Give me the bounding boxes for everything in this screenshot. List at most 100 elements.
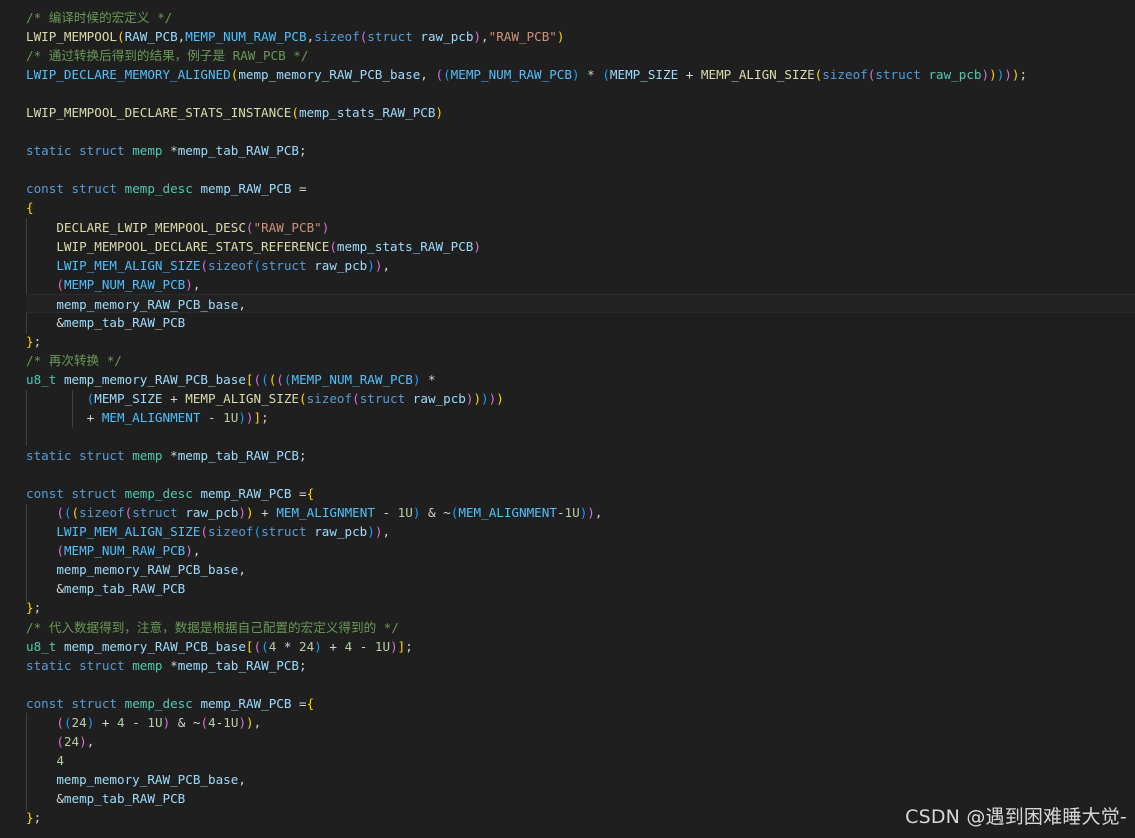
code-line[interactable]: DECLARE_LWIP_MEMPOOL_DESC("RAW_PCB") [26,218,1135,237]
code-line[interactable]: LWIP_MEMPOOL_DECLARE_STATS_REFERENCE(mem… [26,237,1135,256]
code-line[interactable]: /* 通过转换后得到的结果，例子是 RAW_PCB */ [26,46,1135,65]
code-token: struct [359,390,406,406]
code-line[interactable] [26,122,1135,141]
code-line[interactable] [26,675,1135,694]
code-line[interactable]: const struct memp_desc memp_RAW_PCB ={ [26,694,1135,713]
code-token: MEMP_ALIGN_SIZE [700,67,815,83]
code-token: - [556,505,565,521]
code-token: memp_desc [124,181,193,197]
code-line[interactable]: (MEMP_NUM_RAW_PCB), [26,541,1135,560]
code-line[interactable]: static struct memp *memp_tab_RAW_PCB; [26,656,1135,675]
code-line[interactable]: (24), [26,732,1135,751]
code-token: 1U [564,505,580,521]
code-token: 4 [208,714,216,730]
code-line[interactable]: static struct memp *memp_tab_RAW_PCB; [26,446,1135,465]
code-line[interactable]: static struct memp *memp_tab_RAW_PCB; [26,141,1135,160]
code-line[interactable]: /* 编译时候的宏定义 */ [26,8,1135,27]
code-token: ) [245,505,254,521]
code-line[interactable]: memp_memory_RAW_PCB_base, [26,560,1135,579]
code-line[interactable]: LWIP_MEMPOOL(RAW_PCB,MEMP_NUM_RAW_PCB,si… [26,27,1135,46]
code-token: , [238,296,246,312]
code-token: memp [132,657,163,673]
code-line[interactable]: memp_memory_RAW_PCB_base, [26,770,1135,789]
code-line[interactable]: ((24) + 4 - 1U) & ~(4-1U)), [26,713,1135,732]
code-line[interactable]: u8_t memp_memory_RAW_PCB_base[((4 * 24) … [26,637,1135,656]
code-line[interactable]: LWIP_MEM_ALIGN_SIZE(sizeof(struct raw_pc… [26,256,1135,275]
code-token: + [94,714,118,730]
code-line[interactable] [26,465,1135,484]
code-line[interactable]: memp_memory_RAW_PCB_base, [26,293,1135,313]
code-token: 1U [147,714,163,730]
code-token: ( [117,29,125,45]
code-editor[interactable]: /* 编译时候的宏定义 */LWIP_MEMPOOL(RAW_PCB,MEMP_… [0,0,1135,838]
code-token: memp_memory_RAW_PCB_base [238,67,421,83]
code-token: , [382,524,391,540]
code-token: , [253,714,262,730]
code-line[interactable]: /* 代入数据得到，注意，数据是根据自己配置的宏定义得到的 */ [26,618,1135,637]
code-line[interactable]: (MEMP_SIZE + MEMP_ALIGN_SIZE(sizeof(stru… [26,389,1135,408]
csdn-watermark: CSDN @遇到困难睡大觉- [905,806,1127,828]
code-token: raw_pcb [420,29,474,45]
code-token: sizeof [79,505,125,521]
code-line[interactable]: (MEMP_NUM_RAW_PCB), [26,275,1135,294]
code-text[interactable]: /* 编译时候的宏定义 */LWIP_MEMPOOL(RAW_PCB,MEMP_… [26,8,1135,827]
code-line[interactable]: (((sizeof(struct raw_pcb)) + MEM_ALIGNME… [26,503,1135,522]
code-token: ; [299,448,307,464]
code-line[interactable]: { [26,198,1135,217]
code-token: ) [185,276,193,292]
code-line[interactable]: 4 [26,751,1135,770]
code-token: , [86,733,95,749]
code-line[interactable] [26,84,1135,103]
code-token: { [26,200,34,216]
code-token: ) [185,543,193,559]
code-line[interactable]: const struct memp_desc memp_RAW_PCB = [26,179,1135,198]
code-token: & [26,581,64,597]
code-line[interactable] [26,427,1135,446]
code-token: ) [245,409,254,425]
code-line[interactable]: const struct memp_desc memp_RAW_PCB ={ [26,484,1135,503]
code-token: struct [132,505,178,521]
code-line[interactable]: u8_t memp_memory_RAW_PCB_base[(((((MEMP_… [26,370,1135,389]
code-token: ( [56,714,64,730]
code-line[interactable]: }; [26,332,1135,351]
code-token: sizeof [822,67,868,83]
code-token: /* 再次转换 */ [26,352,122,368]
code-line[interactable]: }; [26,598,1135,617]
code-token: memp_stats_RAW_PCB [298,105,436,121]
code-line[interactable]: LWIP_MEMPOOL_DECLARE_STATS_INSTANCE(memp… [26,103,1135,122]
code-line[interactable]: &memp_tab_RAW_PCB [26,313,1135,332]
code-token: MEMP_SIZE [94,390,163,406]
code-line[interactable]: LWIP_DECLARE_MEMORY_ALIGNED (memp_memory_… [26,65,1135,84]
code-token: sizeof [306,390,353,406]
code-token: memp_RAW_PCB [200,695,292,711]
code-token: ) [473,238,481,254]
code-line[interactable]: &memp_tab_RAW_PCB [26,579,1135,598]
code-token: "RAW_PCB" [488,29,557,45]
code-line[interactable]: + MEM_ALIGNMENT - 1U))]; [26,408,1135,427]
code-token: memp_memory_RAW_PCB_base [63,638,246,654]
code-line[interactable]: /* 再次转换 */ [26,351,1135,370]
code-token: /* 代入数据得到，注意，数据是根据自己配置的宏定义得到的 */ [26,619,399,635]
code-token: MEM_ALIGNMENT [276,505,375,521]
code-token: memp [132,143,163,159]
code-token: ; [405,638,413,654]
code-line[interactable] [26,160,1135,179]
code-token: [ [245,371,254,387]
code-line[interactable]: LWIP_MEM_ALIGN_SIZE(sizeof(struct raw_pc… [26,522,1135,541]
code-token: memp_memory_RAW_PCB_base [56,296,239,312]
code-token: /* 通过转换后得到的结果，例子是 RAW_PCB */ [26,48,309,64]
code-token: MEMP_NUM_RAW_PCB [63,543,186,559]
code-token: ) [556,29,565,45]
code-token: struct [875,67,921,83]
code-token: raw_pcb [314,524,368,540]
